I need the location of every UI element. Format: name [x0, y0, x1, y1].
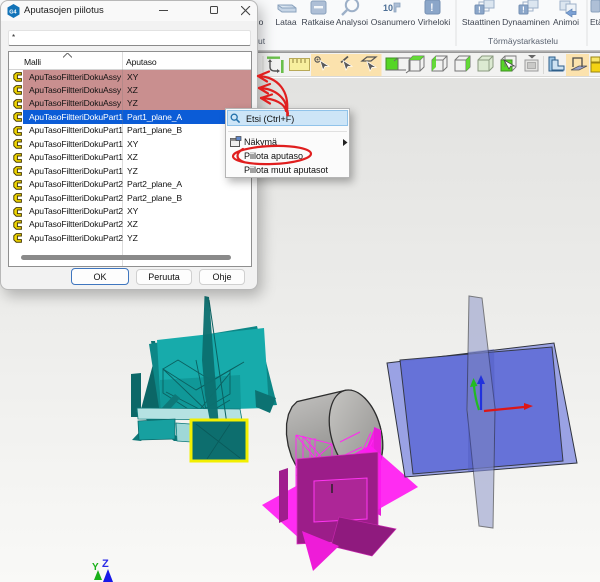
svg-text:Z: Z [102, 558, 109, 570]
svg-text:G4: G4 [9, 10, 17, 16]
